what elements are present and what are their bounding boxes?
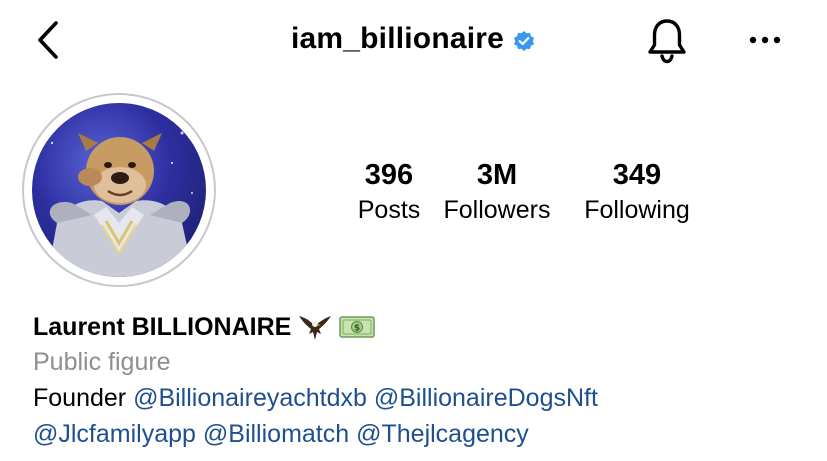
profile-bio: Laurent BILLIONAIRE $ Public figure Foun… (33, 310, 813, 452)
avatar (32, 103, 206, 277)
following-count: 349 (612, 159, 662, 191)
more-options-button[interactable] (745, 22, 785, 58)
profile-stats: 396 Posts 3M Followers 349 Following (340, 158, 710, 228)
posts-stat[interactable]: 396 Posts (346, 158, 432, 226)
profile-avatar-ring[interactable] (22, 93, 216, 287)
profile-header: iam_billionaire (0, 0, 827, 84)
notifications-button[interactable] (644, 14, 690, 66)
username-title: iam_billionaire (290, 22, 505, 55)
bell-icon (648, 17, 686, 64)
followers-count: 3M (476, 159, 518, 191)
bio-line-1: Founder @Billionaireyachtdxb @Billionair… (33, 380, 813, 416)
mention-link[interactable]: @Thejlcagency (356, 420, 529, 448)
posts-label: Posts (357, 196, 421, 224)
svg-text:$: $ (354, 324, 360, 334)
bulldog-avatar-image (47, 131, 194, 277)
followers-stat[interactable]: 3M Followers (434, 158, 560, 226)
bio-line-2: @Jlcfamilyapp @Billiomatch @Thejlcagency (33, 416, 813, 452)
display-name-row: Laurent BILLIONAIRE $ (33, 310, 813, 344)
mention-link[interactable]: @Billiomatch (203, 420, 349, 448)
eagle-emoji (297, 312, 333, 342)
mention-link[interactable]: @Jlcfamilyapp (33, 420, 196, 448)
verified-badge-icon (512, 29, 536, 53)
followers-label: Followers (443, 196, 551, 224)
following-label: Following (584, 196, 690, 224)
mention-link[interactable]: @Billionaireyachtdxb (133, 384, 367, 412)
more-horizontal-icon (749, 36, 781, 44)
posts-count: 396 (364, 159, 414, 191)
following-stat[interactable]: 349 Following (572, 158, 702, 226)
display-name: Laurent BILLIONAIRE (33, 313, 292, 341)
mention-link[interactable]: @BillionaireDogsNft (374, 384, 598, 412)
founder-label: Founder (33, 384, 127, 412)
money-bill-emoji: $ (339, 314, 376, 340)
profile-title: iam_billionaire (0, 22, 827, 56)
profile-category: Public figure (33, 348, 171, 376)
